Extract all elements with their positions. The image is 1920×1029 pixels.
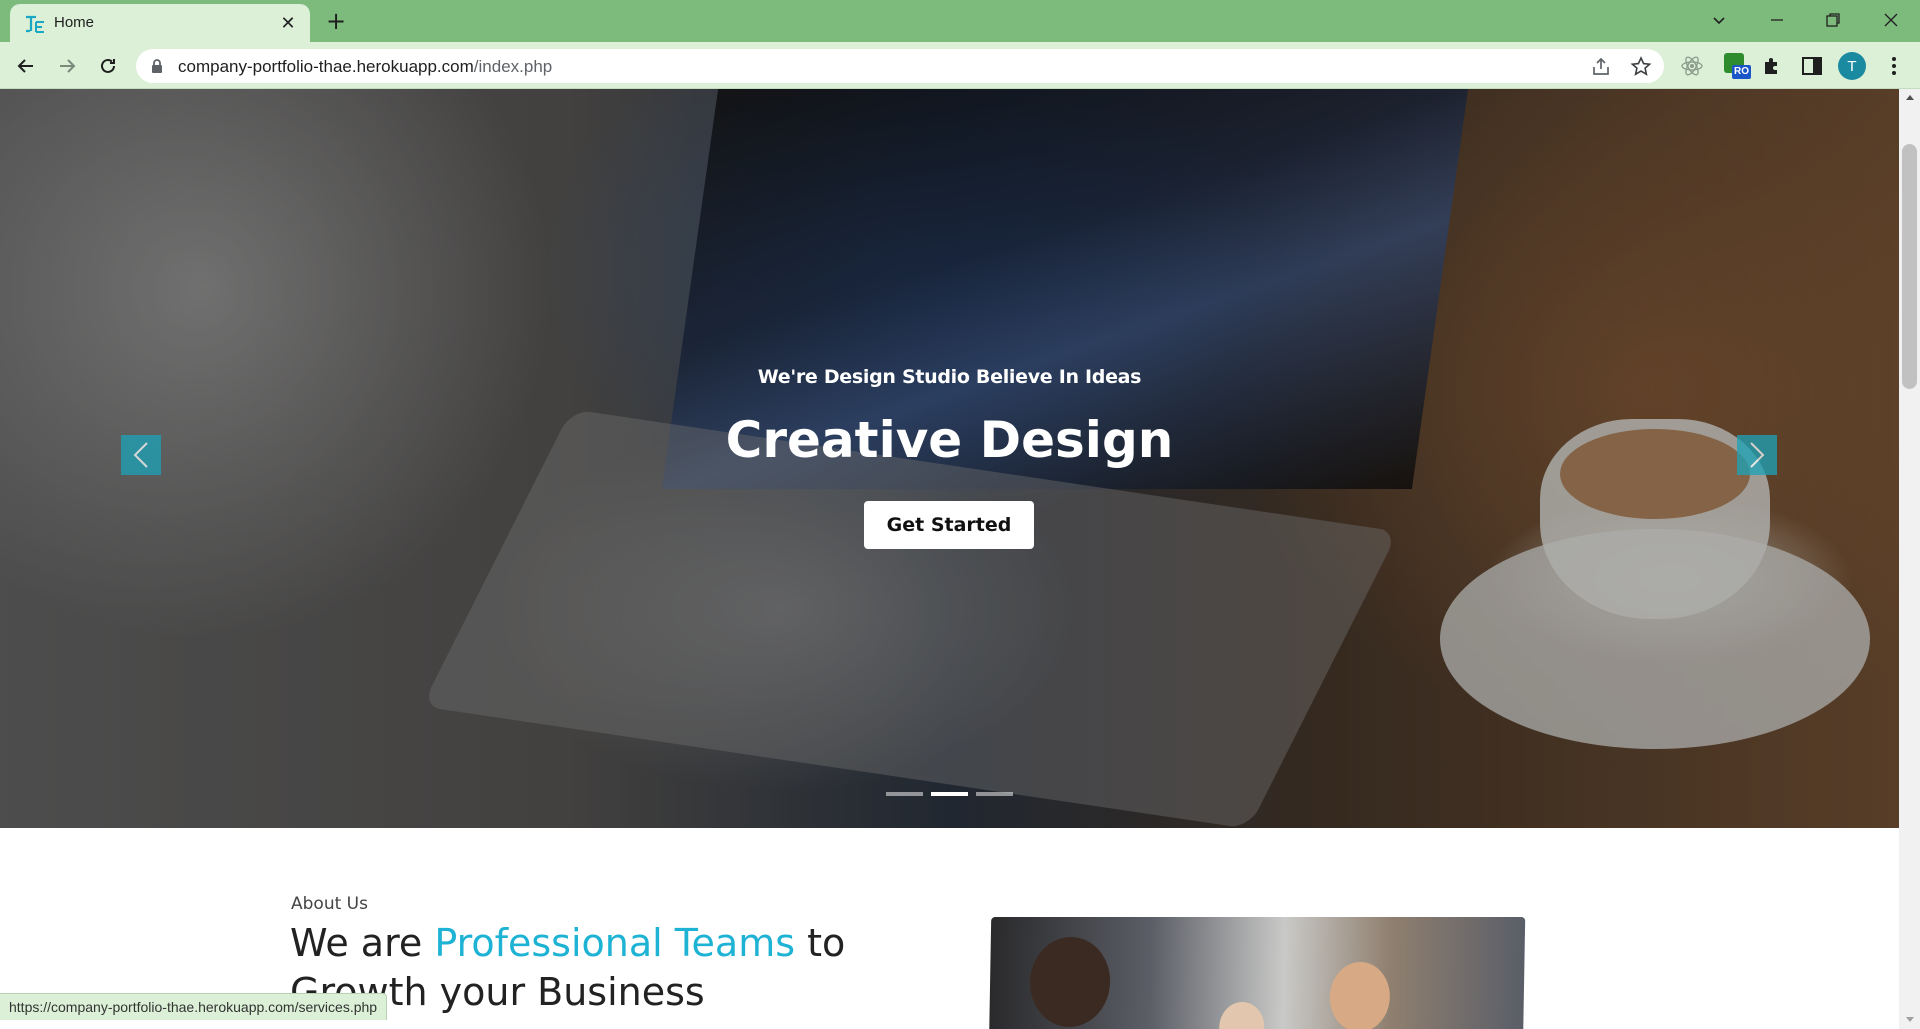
- link-status-bubble: https://company-portfolio-thae.herokuapp…: [0, 993, 388, 1020]
- share-icon[interactable]: [1590, 56, 1612, 78]
- restore-button[interactable]: [1810, 0, 1856, 40]
- extension-ro-icon[interactable]: RO: [1722, 51, 1751, 79]
- tab-home[interactable]: Home ✕: [10, 4, 310, 42]
- hero-eyebrow: We're Design Studio Believe In Ideas: [757, 366, 1142, 388]
- lock-icon[interactable]: [150, 58, 164, 74]
- scroll-thumb[interactable]: [1902, 144, 1917, 389]
- heading-prefix: We are: [290, 921, 435, 965]
- carousel-indicator-2[interactable]: [931, 792, 968, 796]
- url-path: /index.php: [473, 57, 553, 76]
- react-devtools-icon[interactable]: [1680, 54, 1704, 78]
- minimize-button[interactable]: [1754, 0, 1800, 40]
- carousel-indicator-1[interactable]: [886, 792, 923, 796]
- get-started-button[interactable]: Get Started: [864, 501, 1034, 549]
- carousel-prev-button[interactable]: [121, 435, 161, 475]
- close-window-button[interactable]: [1868, 0, 1914, 40]
- site-favicon-icon: [26, 15, 44, 33]
- extension-badge: RO: [1732, 65, 1751, 79]
- side-panel-icon[interactable]: [1800, 54, 1824, 78]
- tab-title: Home: [54, 14, 95, 31]
- about-label: About Us: [291, 894, 368, 914]
- profile-avatar[interactable]: T: [1838, 52, 1866, 80]
- extensions-puzzle-icon[interactable]: [1760, 54, 1784, 78]
- scroll-up-icon[interactable]: [1906, 95, 1914, 100]
- browser-tab-strip: Home ✕ +: [0, 0, 1920, 42]
- forward-button[interactable]: [51, 50, 83, 82]
- chevron-left-icon: [133, 442, 148, 468]
- heading-accent: Professional Teams: [434, 921, 796, 965]
- bookmark-star-icon[interactable]: [1630, 56, 1652, 78]
- carousel-next-button[interactable]: [1737, 435, 1777, 475]
- more-menu-icon[interactable]: [1882, 54, 1906, 78]
- page-scrollbar[interactable]: [1899, 89, 1920, 1029]
- new-tab-button[interactable]: +: [322, 7, 350, 35]
- scroll-down-icon[interactable]: [1906, 1017, 1914, 1022]
- url-host: company-portfolio-thae.herokuapp.com: [178, 57, 474, 76]
- page-viewport: We're Design Studio Believe In Ideas Cre…: [0, 89, 1920, 1029]
- hero-carousel: We're Design Studio Believe In Ideas Cre…: [0, 89, 1899, 828]
- reload-button[interactable]: [92, 50, 124, 82]
- back-button[interactable]: [10, 50, 42, 82]
- tab-search-icon[interactable]: [1696, 0, 1742, 40]
- chevron-right-icon: [1750, 442, 1765, 468]
- hero-title: Creative Design: [725, 411, 1174, 469]
- carousel-indicator-3[interactable]: [976, 792, 1013, 796]
- close-tab-icon[interactable]: ✕: [278, 13, 298, 34]
- url-text: company-portfolio-thae.herokuapp.com/ind…: [178, 57, 552, 77]
- about-team-photo: [988, 917, 1526, 1029]
- address-bar[interactable]: company-portfolio-thae.herokuapp.com/ind…: [136, 49, 1664, 83]
- browser-toolbar: company-portfolio-thae.herokuapp.com/ind…: [0, 42, 1920, 89]
